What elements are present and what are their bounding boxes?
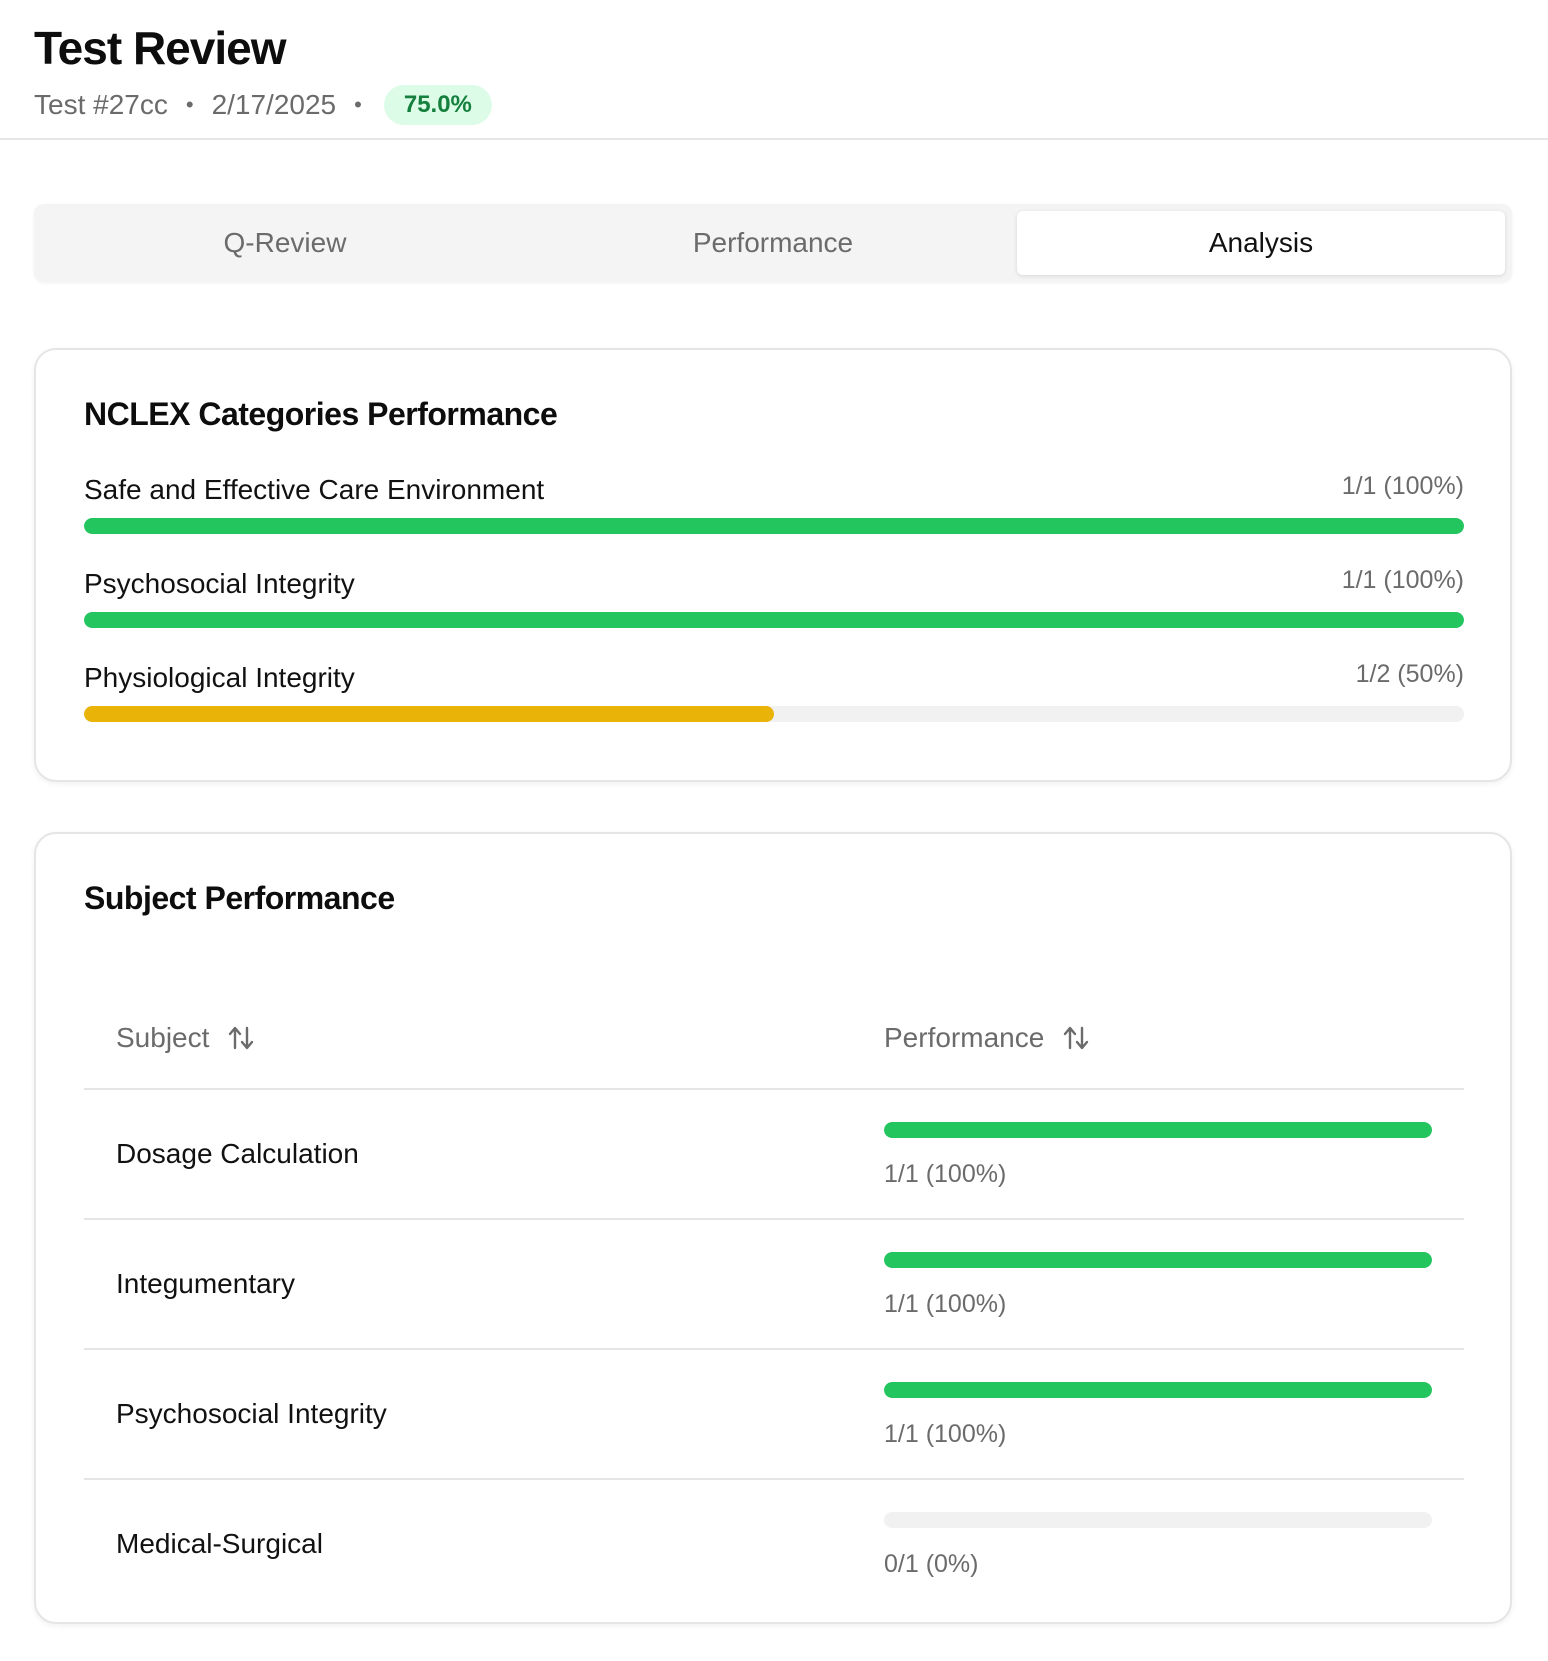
sort-arrows-icon[interactable] [227,1024,255,1052]
test-date: 2/17/2025 [211,89,337,120]
page-header: Test Review Test #27cc • 2/17/2025 • 75.… [0,0,1548,140]
nclex-card-title: NCLEX Categories Performance [84,396,558,432]
subject-card-title: Subject Performance [84,880,395,916]
tab-bar: Q-Review Performance Analysis [34,204,1512,282]
page-title: Test Review [34,22,286,74]
progress-fill [84,612,1464,628]
separator-dot: • [185,92,194,117]
progress-track [84,706,1464,722]
column-header-subject[interactable]: Subject [116,1022,255,1054]
nclex-categories-card: NCLEX Categories Performance Safe and Ef… [34,348,1512,782]
category-score: 1/1 (100%) [1341,472,1464,500]
category-label: Psychosocial Integrity [84,568,355,599]
column-header-label: Subject [116,1022,210,1053]
category-score: 1/1 (100%) [1341,566,1464,594]
table-header: Subject Performance [84,994,1464,1090]
progress-fill [884,1382,1432,1398]
tab-q-review[interactable]: Q-Review [41,211,529,275]
sort-arrows-icon[interactable] [1062,1024,1090,1052]
category-score: 1/2 (50%) [1355,660,1464,688]
table-row: Psychosocial Integrity 1/1 (100%) [84,1350,1464,1480]
progress-track [884,1252,1432,1268]
tab-analysis[interactable]: Analysis [1017,211,1505,275]
category-label: Safe and Effective Care Environment [84,474,545,505]
separator-dot: • [354,92,362,117]
subject-score: 0/1 (0%) [884,1550,979,1578]
progress-track [84,612,1464,628]
subject-name: Medical-Surgical [116,1528,323,1559]
subject-performance-card: Subject Performance Subject Performance … [34,832,1512,1624]
category-row: Safe and Effective Care Environment 1/1 … [84,472,1464,534]
subject-score: 1/1 (100%) [884,1420,1007,1448]
progress-track [884,1382,1432,1398]
progress-fill [84,518,1464,534]
table-row: Medical-Surgical 0/1 (0%) [84,1480,1464,1610]
progress-track [884,1512,1432,1528]
subject-score: 1/1 (100%) [884,1160,1007,1188]
progress-fill [84,706,774,722]
progress-fill [884,1122,1432,1138]
column-header-performance[interactable]: Performance [884,1022,1090,1054]
column-header-label: Performance [884,1022,1045,1053]
progress-track [884,1122,1432,1138]
test-id: Test #27cc [34,89,168,120]
subject-name: Psychosocial Integrity [116,1398,387,1429]
progress-fill [884,1252,1432,1268]
progress-track [84,518,1464,534]
category-label: Physiological Integrity [84,662,355,693]
table-row: Integumentary 1/1 (100%) [84,1220,1464,1350]
category-row: Psychosocial Integrity 1/1 (100%) [84,566,1464,628]
test-meta: Test #27cc • 2/17/2025 • 75.0% [34,84,492,126]
subject-score: 1/1 (100%) [884,1290,1007,1318]
category-row: Physiological Integrity 1/2 (50%) [84,660,1464,722]
subject-name: Integumentary [116,1268,295,1299]
table-row: Dosage Calculation 1/1 (100%) [84,1090,1464,1220]
subject-name: Dosage Calculation [116,1138,359,1169]
tab-performance[interactable]: Performance [529,211,1017,275]
score-badge: 75.0% [383,85,492,125]
